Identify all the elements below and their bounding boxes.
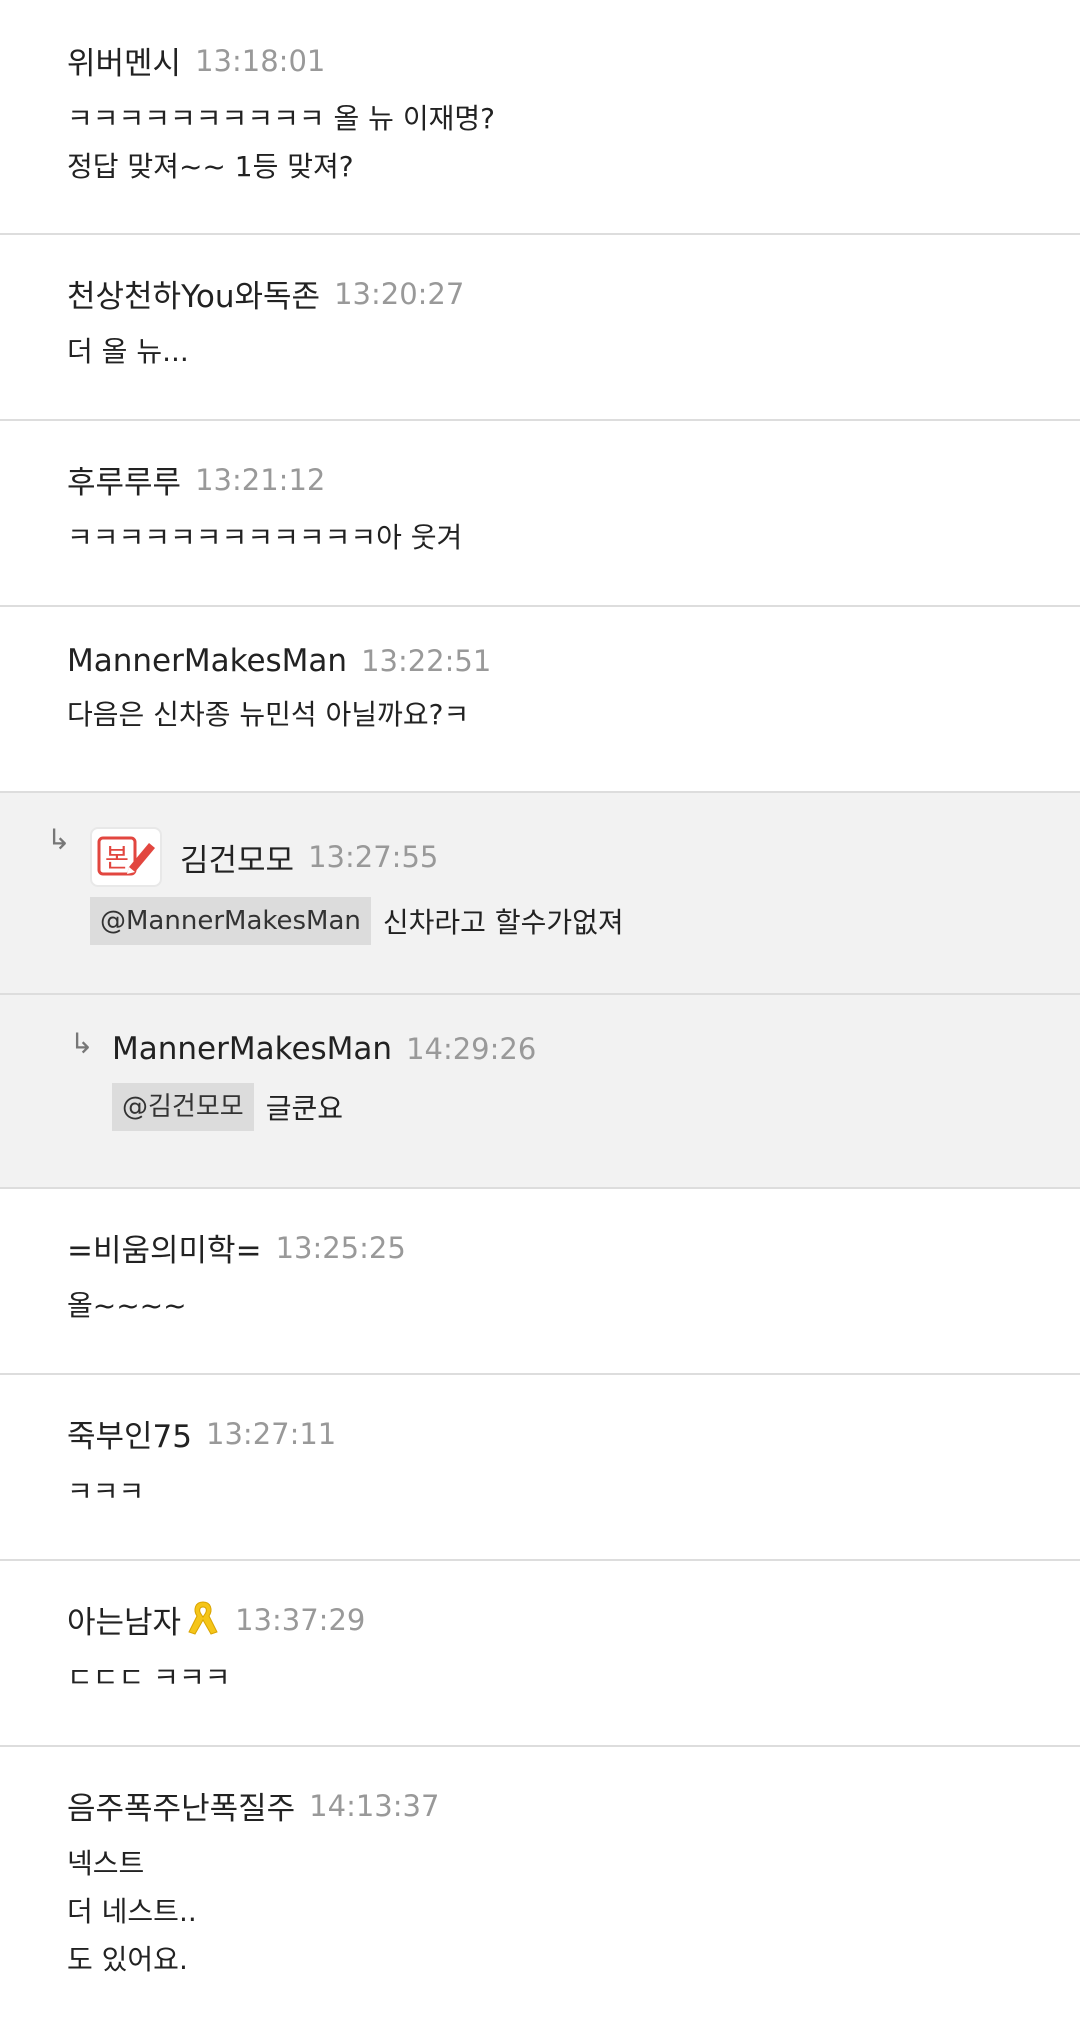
comment-item: 아는남자 13:37:29 ㄷㄷㄷ ㅋㅋㅋ [0,1561,1080,1747]
comment-header: 천상천하You와독존 13:20:27 [67,271,1080,316]
yellow-ribbon-icon [185,1598,221,1642]
comment-body: 올~~~~ [67,1282,1080,1330]
comment-header: 후루루루 13:21:12 [67,457,1080,502]
comment-nickname[interactable]: 위버멘시 [67,38,181,83]
comment-text-line: 더 올 뉴... [67,335,189,368]
comment-nickname[interactable]: =비움의미학= [67,1225,262,1270]
reply-item: ↳ 본 김건모모 13:27:55 @MannerMakesMan 신차라고 할… [0,793,1080,995]
comment-nickname[interactable]: 음주폭주난폭질주 [67,1783,295,1828]
comment-item: MannerMakesMan 13:22:51 다음은 신차종 뉴민석 아닐까요… [0,607,1080,793]
comment-item: 천상천하You와독존 13:20:27 더 올 뉴... [0,235,1080,421]
mention-tag[interactable]: @MannerMakesMan [90,897,371,945]
comment-header: =비움의미학= 13:25:25 [67,1225,1080,1270]
comment-text-line: 더 네스트.. [67,1895,197,1928]
comment-item: 죽부인75 13:27:11 ㅋㅋㅋ [0,1375,1080,1561]
comment-time: 14:13:37 [309,1788,440,1823]
reply-time: 13:27:55 [308,840,439,874]
reply-arrow-icon: ↳ [70,1027,94,1060]
comment-body: 넥스트 더 네스트.. 도 있어요. [67,1840,1080,1984]
comment-nickname[interactable]: 천상천하You와독존 [67,271,320,316]
comment-body: ㅋㅋㅋㅋㅋㅋㅋㅋㅋㅋ 올 뉴 이재명? 정답 맞져~~ 1등 맞져? [67,95,1080,191]
comment-time: 13:20:27 [334,276,465,311]
comment-item: 후루루루 13:21:12 ㅋㅋㅋㅋㅋㅋㅋㅋㅋㅋㅋㅋ아 웃겨 [0,421,1080,607]
comment-body: ㅋㅋㅋㅋㅋㅋㅋㅋㅋㅋㅋㅋ아 웃겨 [67,514,1080,562]
reply-text: 신차라고 할수가없져 [382,906,624,939]
comment-list: 위버멘시 13:18:01 ㅋㅋㅋㅋㅋㅋㅋㅋㅋㅋ 올 뉴 이재명? 정답 맞져~… [0,0,1080,2022]
reply-header: 본 김건모모 13:27:55 [90,827,1080,887]
comment-nickname[interactable]: 죽부인75 [67,1411,192,1456]
reply-arrow-icon: ↳ [47,823,71,856]
comment-item: 음주폭주난폭질주 14:13:37 넥스트 더 네스트.. 도 있어요. [0,1747,1080,2022]
comment-item: =비움의미학= 13:25:25 올~~~~ [0,1189,1080,1375]
comment-text-line: ㄷㄷㄷ ㅋㅋㅋ [67,1661,231,1694]
comment-text-line: 다음은 신차종 뉴민석 아닐까요?ㅋ [67,698,470,731]
comment-body: 다음은 신차종 뉴민석 아닐까요?ㅋ [67,691,1080,739]
comment-time: 13:21:12 [195,462,326,497]
reply-item: ↳ MannerMakesMan 14:29:26 @김건모모 글쿤요 [0,995,1080,1189]
reply-nickname[interactable]: MannerMakesMan [112,1031,392,1067]
ribbon-graphic [188,1600,218,1635]
comment-header: 죽부인75 13:27:11 [67,1411,1080,1456]
comment-body: 더 올 뉴... [67,328,1080,376]
mention-tag[interactable]: @김건모모 [112,1083,254,1131]
comment-nickname[interactable]: MannerMakesMan [67,643,347,679]
comment-text-line: 올~~~~ [67,1289,187,1322]
reply-header: MannerMakesMan 14:29:26 [112,1031,1080,1067]
comment-text-line: ㅋㅋㅋㅋㅋㅋㅋㅋㅋㅋㅋㅋ아 웃겨 [67,521,463,554]
comment-nickname[interactable]: 후루루루 [67,457,181,502]
comment-text-line: 도 있어요. [67,1943,188,1976]
comment-header: 위버멘시 13:18:01 [67,38,1080,83]
comment-header: 음주폭주난폭질주 14:13:37 [67,1783,1080,1828]
comment-time: 13:18:01 [195,43,326,78]
reply-text: 글쿤요 [265,1092,343,1125]
comment-time: 13:22:51 [361,644,492,678]
comment-header: 아는남자 13:37:29 [67,1597,1080,1642]
reply-nickname[interactable]: 김건모모 [180,835,294,880]
comment-item: 위버멘시 13:18:01 ㅋㅋㅋㅋㅋㅋㅋㅋㅋㅋ 올 뉴 이재명? 정답 맞져~… [0,0,1080,235]
reply-time: 14:29:26 [406,1032,537,1066]
reply-body: @김건모모 글쿤요 [112,1083,1080,1131]
badge-graphic: 본 [97,836,155,876]
comment-body: ㅋㅋㅋ [67,1468,1080,1516]
comment-text-line: ㅋㅋㅋㅋㅋㅋㅋㅋㅋㅋ 올 뉴 이재명? [67,102,495,135]
comment-body: ㄷㄷㄷ ㅋㅋㅋ [67,1654,1080,1702]
pencil-icon: 본 [90,827,162,887]
comment-header: MannerMakesMan 13:22:51 [67,643,1080,679]
comment-time: 13:37:29 [235,1602,366,1637]
comment-time: 13:27:11 [206,1416,337,1451]
reply-body: @MannerMakesMan 신차라고 할수가없져 [90,897,1080,945]
comment-text-line: 넥스트 [67,1847,145,1880]
badge-label: 본 [105,844,129,874]
comment-text-line: 정답 맞져~~ 1등 맞져? [67,150,354,183]
comment-time: 13:25:25 [275,1230,406,1265]
comment-nickname[interactable]: 아는남자 [67,1597,181,1642]
comment-text-line: ㅋㅋㅋ [67,1475,145,1508]
